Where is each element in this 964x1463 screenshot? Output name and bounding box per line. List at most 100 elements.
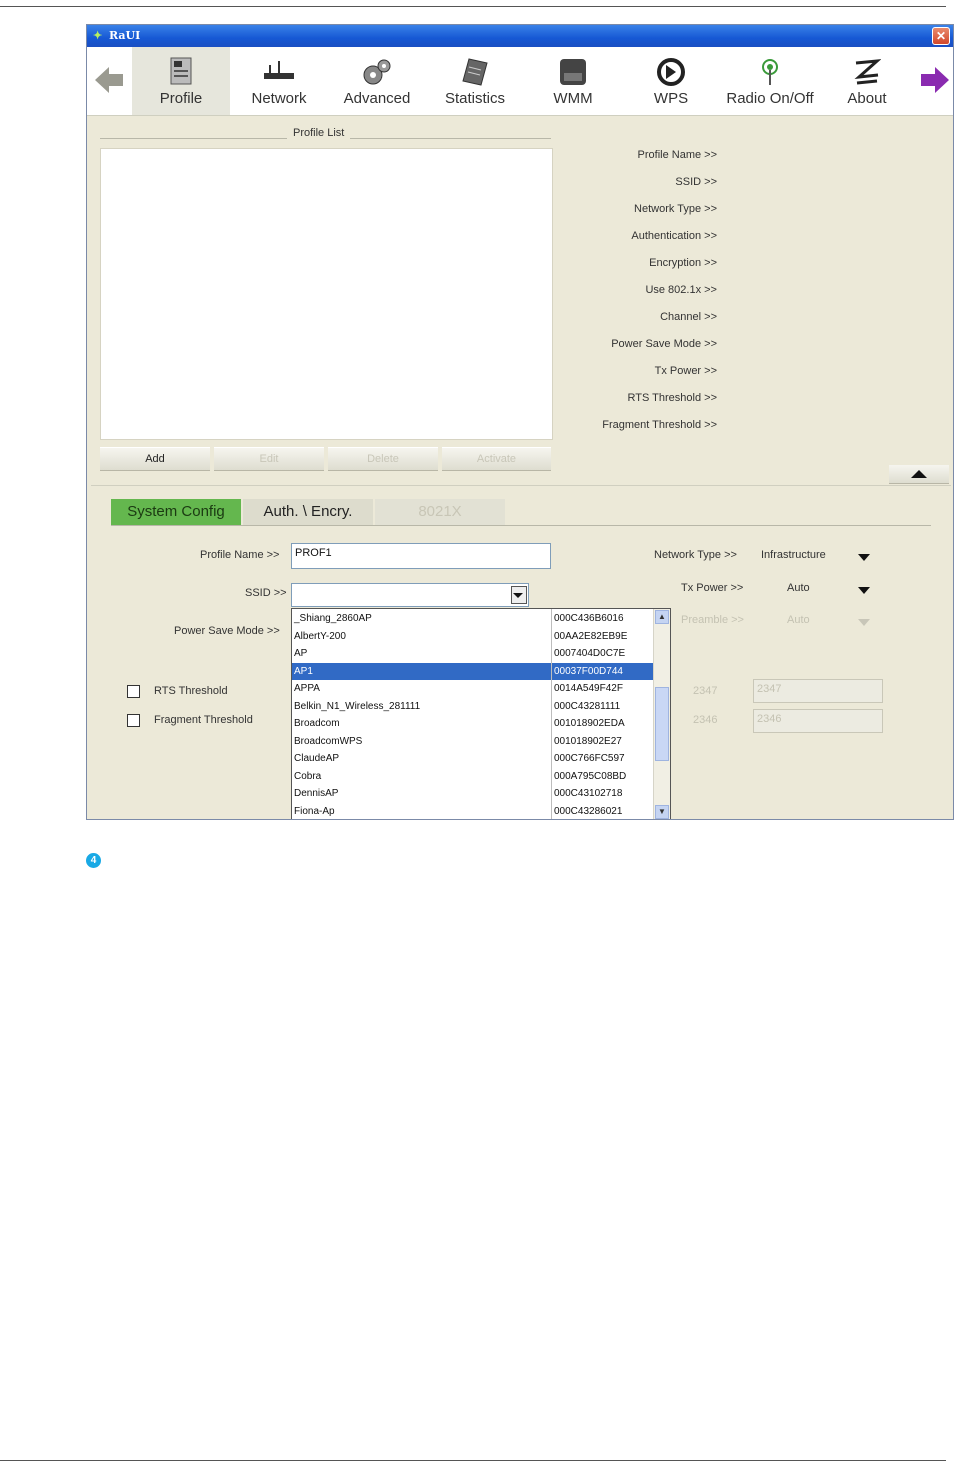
tx-power-dropdown-icon[interactable] (858, 587, 870, 594)
ssid-combobox[interactable] (291, 583, 529, 607)
ssid-list-item[interactable]: Cobra 000A795C08BD (292, 768, 654, 786)
add-button[interactable]: Add (100, 447, 210, 471)
ssid-list-item[interactable]: _Shiang_2860AP 000C436B6016 (292, 610, 654, 628)
tab-profile[interactable]: Profile (132, 47, 230, 115)
section-divider (91, 485, 951, 486)
ssid-list-item[interactable]: Belkin_N1_Wireless_281111 000C43281111 (292, 698, 654, 716)
ssid-list-item[interactable]: Broadcom 001018902EDA (292, 715, 654, 733)
ssid-item-name: Broadcom (294, 718, 340, 729)
tab-wps[interactable]: WPS (627, 47, 715, 115)
ssid-item-name: AlbertY-200 (294, 630, 346, 642)
wmm-icon (560, 59, 586, 85)
scroll-down-icon[interactable]: ▼ (655, 805, 669, 819)
rts-threshold-label: RTS Threshold (154, 685, 228, 697)
ssid-list-item[interactable]: AP1 00037F00D744 (292, 662, 654, 680)
window-title: RaUI (109, 29, 141, 42)
tx-power-value[interactable]: Auto (787, 582, 810, 594)
preamble-value[interactable]: Auto (787, 614, 810, 626)
ssid-list-item[interactable]: DennisAP 000C43102718 (292, 785, 654, 803)
profile-name-label: Profile Name >> (200, 549, 280, 561)
ssid-item-name: BroadcomWPS (294, 735, 363, 747)
app-icon: ✦ (93, 30, 103, 42)
tab-profile-label: Profile (159, 90, 203, 107)
network-type-label: Network Type >> (654, 549, 737, 561)
ssid-item-mac: 001018902EDA (554, 718, 625, 729)
tab-wmm[interactable]: WMM (531, 47, 615, 115)
gears-icon (363, 59, 391, 85)
tab-wps-label: WPS (653, 90, 689, 107)
profile-icon (170, 57, 192, 85)
tx-power-label: Tx Power >> (681, 582, 744, 594)
network-icon (264, 61, 294, 79)
ssid-list-item[interactable]: APPA 0014A549F42F (292, 680, 654, 698)
ssid-item-mac: 000C436B6016 (554, 613, 624, 624)
fragment-threshold-input[interactable]: 2346 (753, 709, 883, 733)
scroll-thumb[interactable] (655, 687, 669, 761)
statistics-icon (462, 58, 488, 86)
tab-advanced-label: Advanced (343, 90, 411, 107)
about-icon (854, 59, 881, 85)
info-encryption-label: Encryption >> (649, 257, 717, 269)
step-badge: 4 (86, 853, 101, 868)
tab-about-label: About (847, 90, 887, 107)
tab-statistics[interactable]: Statistics (429, 47, 521, 115)
fragment-threshold-checkbox[interactable] (127, 714, 140, 727)
tab-8021x[interactable]: 8021X (375, 499, 505, 525)
ssid-label: SSID >> (245, 587, 287, 599)
info-fragment-threshold-label: Fragment Threshold >> (602, 419, 717, 431)
ssid-dropdown-arrow-icon (513, 593, 523, 598)
forward-arrow-icon[interactable] (919, 65, 951, 95)
collapse-button[interactable] (889, 465, 949, 484)
rts-threshold-input[interactable]: 2347 (753, 679, 883, 703)
back-arrow-icon[interactable] (93, 65, 125, 95)
ssid-list-item[interactable]: Fiona-Ap 000C43286021 (292, 803, 654, 820)
top-rule (0, 6, 946, 7)
ssid-item-mac: 000A795C08BD (554, 770, 627, 782)
edit-button[interactable]: Edit (214, 447, 324, 471)
network-type-value[interactable]: Infrastructure (761, 549, 826, 561)
info-authentication-label: Authentication >> (631, 230, 717, 242)
ssid-list-item[interactable]: BroadcomWPS 001018902E27 (292, 733, 654, 751)
tab-about[interactable]: About (825, 47, 909, 115)
profile-list-box[interactable] (100, 148, 553, 440)
ssid-list-item[interactable]: AP 0007404D0C7E (292, 645, 654, 663)
tab-baseline (111, 525, 931, 526)
tab-statistics-label: Statistics (444, 90, 505, 107)
ssid-item-mac: 000C766FC597 (554, 753, 625, 764)
ssid-item-mac: 0014A549F42F (554, 683, 623, 694)
ssid-item-name: Belkin_N1_Wireless_281111 (294, 700, 421, 712)
ssid-list-item[interactable]: ClaudeAP 000C766FC597 (292, 750, 654, 768)
profile-name-input[interactable]: PROF1 (291, 543, 551, 569)
ssid-dropdown-scrollbar[interactable]: ▲ ▼ (653, 609, 670, 819)
preamble-label: Preamble >> (681, 614, 744, 626)
tab-wmm-label: WMM (553, 90, 593, 107)
ssid-item-name: DennisAP (294, 788, 339, 799)
info-use-8021x-label: Use 802.1x >> (645, 284, 717, 296)
preamble-dropdown-icon[interactable] (858, 619, 870, 626)
info-channel-label: Channel >> (660, 311, 717, 323)
tab-auth-encry[interactable]: Auth. \ Encry. (243, 499, 373, 525)
scroll-up-icon[interactable]: ▲ (655, 610, 669, 624)
ssid-dropdown-list[interactable]: Fiona-Ap 000C43286021 DennisAP 000C43102718… (291, 608, 671, 820)
tab-network[interactable]: Network (233, 47, 325, 115)
tab-radio-on-off[interactable]: Radio On/Off (717, 47, 823, 115)
ssid-list-item[interactable]: AlbertY-200 00AA2E82EB9E (292, 628, 654, 646)
rts-threshold-slider-max: 2347 (693, 685, 718, 697)
ssid-dropdown-button[interactable] (511, 586, 527, 604)
raui-window: ✦ RaUI ✕ Profile Network Advanced Statis… (86, 24, 954, 820)
tab-network-label: Network (251, 90, 307, 107)
fragment-threshold-slider-max: 2346 (693, 714, 718, 726)
info-rts-threshold-label: RTS Threshold >> (627, 392, 717, 404)
delete-button[interactable]: Delete (328, 447, 438, 471)
activate-button[interactable]: Activate (442, 447, 551, 471)
tab-advanced[interactable]: Advanced (329, 47, 425, 115)
info-ssid-label: SSID >> (675, 176, 717, 188)
info-tx-power-label: Tx Power >> (654, 365, 717, 377)
profile-list-title: Profile List (287, 127, 351, 139)
close-button[interactable]: ✕ (932, 27, 950, 45)
network-type-dropdown-icon[interactable] (858, 554, 870, 561)
ssid-item-name: APPA (294, 683, 320, 694)
fragment-threshold-label: Fragment Threshold (154, 714, 253, 726)
tab-system-config[interactable]: System Config (111, 499, 241, 525)
rts-threshold-checkbox[interactable] (127, 685, 140, 698)
